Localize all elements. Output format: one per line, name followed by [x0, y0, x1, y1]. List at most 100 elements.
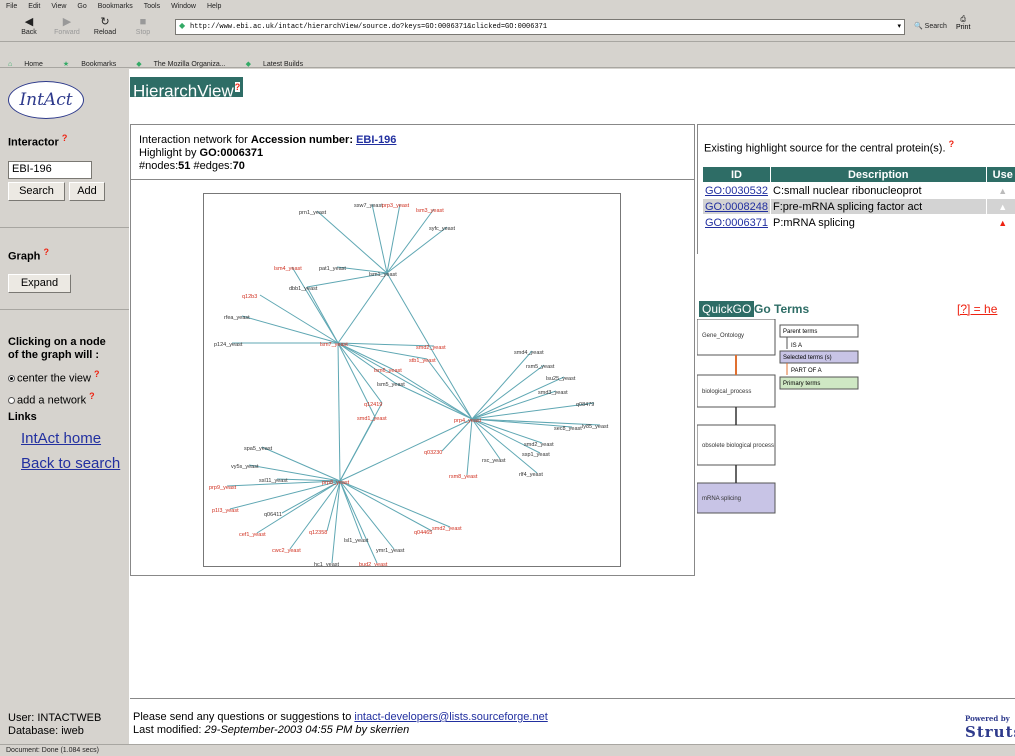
graph-node[interactable]: smd3_yeast: [538, 390, 568, 396]
graph-node[interactable]: p1l3_yeast: [212, 508, 239, 514]
back-button[interactable]: ◀ Back: [14, 16, 44, 40]
help-icon[interactable]: ?: [94, 369, 100, 379]
graph-edge: [386, 226, 448, 274]
menu-help[interactable]: Help: [201, 0, 226, 10]
reload-button[interactable]: ↻ Reload: [90, 16, 120, 40]
search-button[interactable]: Search: [8, 182, 65, 201]
add-button[interactable]: Add: [69, 182, 105, 201]
help-icon[interactable]: ?: [62, 133, 68, 143]
bookmark-mozilla[interactable]: ◆ The Mozilla Organiza...: [128, 54, 237, 68]
help-icon[interactable]: ?: [43, 247, 49, 257]
graph-node[interactable]: pat1_yeast: [319, 266, 346, 272]
graph-node[interactable]: ssw7_yeast: [354, 203, 383, 209]
graph-node[interactable]: lsm1_yeast: [369, 272, 397, 278]
menu-view[interactable]: View: [45, 0, 71, 10]
graph-node[interactable]: syfc_yeast: [429, 226, 455, 232]
graph-node[interactable]: sec8_yeast: [554, 426, 582, 432]
menu-file[interactable]: File: [0, 0, 22, 10]
graph-node[interactable]: prn1_yeast: [299, 210, 327, 216]
powered-by-struts-logo[interactable]: Powered by Struts: [965, 714, 1015, 741]
graph-node[interactable]: lsu25_yeast: [546, 376, 576, 382]
graph-node[interactable]: lsm3_yeast: [416, 208, 444, 214]
graph-node[interactable]: p124_yeast: [214, 342, 243, 348]
graph-node[interactable]: q12358: [309, 530, 327, 536]
add-network-radio[interactable]: add a network ?: [8, 391, 95, 407]
back-to-search-link[interactable]: Back to search: [21, 455, 120, 472]
graph-node[interactable]: prp8_yeast: [322, 480, 350, 486]
graph-node[interactable]: dbb1_yeast: [289, 286, 318, 292]
graph-node[interactable]: rsm5_yeast: [526, 364, 555, 370]
graph-node[interactable]: hc1_yeast: [314, 562, 340, 568]
center-view-radio[interactable]: center the view ?: [8, 369, 100, 385]
intact-logo[interactable]: IntAct: [8, 81, 84, 119]
help-icon[interactable]: ?: [89, 391, 95, 401]
interactor-input[interactable]: EBI-196: [8, 161, 92, 179]
search-button[interactable]: 🔍 Search: [914, 19, 947, 35]
go-tree-diagram[interactable]: Gene_Ontology biological_process obsolet…: [697, 319, 867, 519]
go-id-link[interactable]: GO:0008248: [705, 201, 768, 213]
menu-go[interactable]: Go: [71, 0, 91, 10]
bookmark-latest[interactable]: ◆ Latest Builds: [238, 54, 315, 68]
graph-node[interactable]: lsm7_yeast: [320, 342, 348, 348]
graph-node[interactable]: smd1_yeast: [357, 416, 387, 422]
print-button[interactable]: ⎙ Print: [956, 16, 970, 31]
graph-node[interactable]: ymr1_yeast: [376, 548, 405, 554]
accession-link[interactable]: EBI-196: [356, 134, 396, 146]
email-link[interactable]: intact-developers@lists.sourceforge.net: [354, 711, 547, 723]
graph-node[interactable]: smd2_yeast: [416, 345, 446, 351]
graph-node[interactable]: rsm8_yeast: [449, 474, 478, 480]
menu-bookmarks[interactable]: Bookmarks: [92, 0, 138, 10]
help-icon[interactable]: ?: [234, 82, 241, 92]
printer-icon: ⎙: [960, 16, 966, 23]
graph-node[interactable]: rfea_yeast: [224, 315, 250, 321]
graph-node[interactable]: rsc_yeast: [482, 458, 506, 464]
graph-node[interactable]: cef1_yeast: [239, 532, 266, 538]
stop-button[interactable]: ■ Stop: [128, 16, 158, 40]
interaction-graph[interactable]: ssw7_yeast prp3_yeast prn1_yeast lsm3_yeast…: [203, 193, 621, 568]
graph-node[interactable]: q12419: [364, 402, 382, 408]
graph-node[interactable]: ssp1_yeast: [522, 452, 550, 458]
menu-window[interactable]: Window: [165, 0, 201, 10]
help-link[interactable]: [?] = he: [957, 302, 997, 316]
menu-tools[interactable]: Tools: [138, 0, 165, 10]
graph-node[interactable]: spa5_yeast: [244, 446, 273, 452]
bookmark-home[interactable]: ⌂ Home: [0, 55, 55, 68]
use-icon[interactable]: ▲: [985, 198, 1015, 215]
graph-node[interactable]: prp3_yeast: [382, 203, 410, 209]
graph-node[interactable]: vy5s_yeast: [231, 464, 259, 470]
menu-edit[interactable]: Edit: [22, 0, 45, 10]
graph-node[interactable]: q08479: [576, 402, 594, 408]
graph-node[interactable]: bud2_yeast: [359, 562, 388, 568]
use-icon[interactable]: ▲: [985, 182, 1015, 199]
graph-node[interactable]: cwc2_yeast: [272, 548, 301, 554]
graph-node[interactable]: q06411: [264, 512, 282, 518]
forward-button[interactable]: ▶ Forward: [52, 16, 82, 40]
intact-home-link[interactable]: IntAct home: [21, 430, 101, 447]
radio-icon: [8, 396, 15, 404]
bookmark-bookmarks[interactable]: ★ Bookmarks: [55, 54, 128, 68]
graph-node[interactable]: smd2_yeast: [432, 526, 462, 532]
graph-canvas[interactable]: ssw7_yeast prp3_yeast prn1_yeast lsm3_yeast…: [204, 194, 620, 568]
graph-node[interactable]: rlf4_yeast: [519, 472, 543, 478]
chevron-down-icon[interactable]: ▾: [897, 20, 901, 34]
graph-node[interactable]: lsm5_yeast: [377, 382, 405, 388]
graph-node[interactable]: ly85_yeast: [582, 424, 609, 430]
url-bar[interactable]: ◆ http://www.ebi.ac.uk/intact/hierarchVie…: [175, 19, 905, 35]
graph-node[interactable]: smd2_yeast: [524, 442, 554, 448]
go-id-link[interactable]: GO:0030532: [705, 185, 768, 197]
graph-node[interactable]: q03230: [424, 450, 442, 456]
go-id-link[interactable]: GO:0006371: [705, 217, 768, 229]
graph-node[interactable]: prp4_yeast: [454, 418, 482, 424]
graph-node[interactable]: lsm6_yeast: [374, 368, 402, 374]
use-icon[interactable]: ▲: [985, 214, 1015, 231]
graph-node[interactable]: ssl11_yeast: [259, 478, 288, 484]
graph-node[interactable]: q12b3: [242, 294, 257, 300]
graph-node[interactable]: lsl1_yeast: [344, 538, 369, 544]
expand-button[interactable]: Expand: [8, 274, 71, 293]
graph-node[interactable]: q04465: [414, 530, 432, 536]
graph-node[interactable]: stb1_yeast: [409, 358, 436, 364]
graph-node[interactable]: prp9_yeast: [209, 485, 237, 491]
graph-node[interactable]: smd4_yeast: [514, 350, 544, 356]
help-icon[interactable]: ?: [949, 139, 955, 149]
graph-node[interactable]: lsm4_yeast: [274, 266, 302, 272]
